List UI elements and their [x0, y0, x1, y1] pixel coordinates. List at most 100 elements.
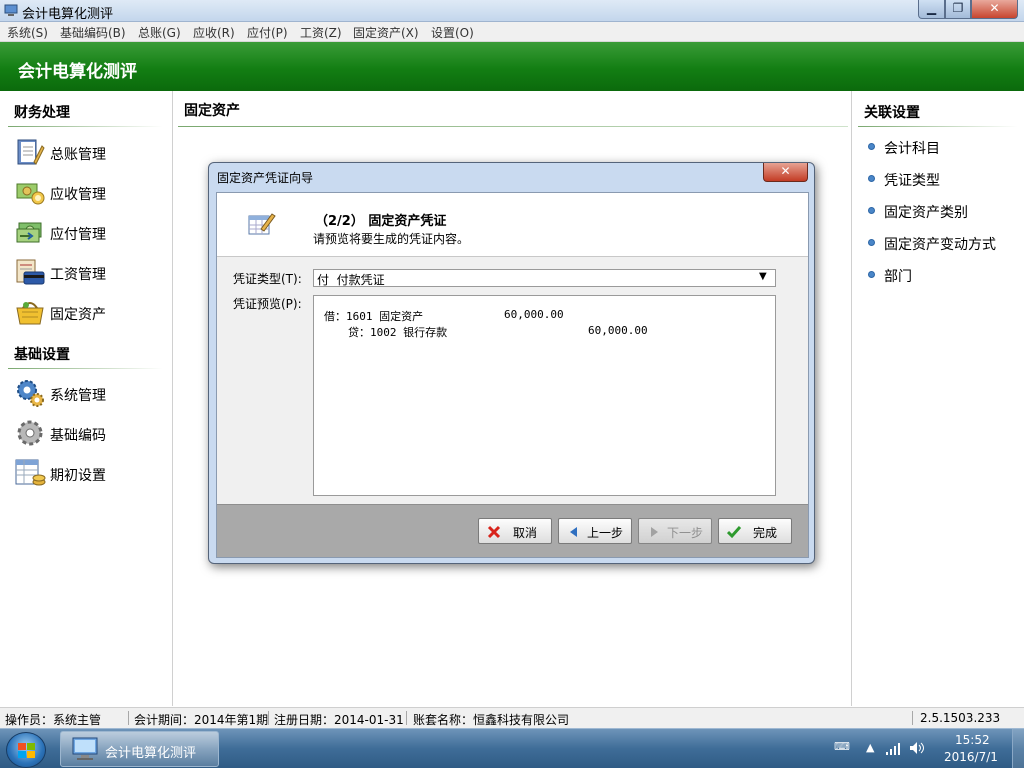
header-banner: 会计电算化测评 — [0, 42, 1024, 91]
menu-settings[interactable]: 设置(O) — [431, 24, 474, 41]
wizard-step-header: （2/2） 固定资产凭证 请预览将要生成的凭证内容。 — [217, 193, 808, 257]
bullet-icon — [868, 207, 875, 214]
menu-basic-codes[interactable]: 基础编码(B) — [60, 24, 126, 41]
debit-line-label: 借：1601 固定资产 — [324, 310, 424, 323]
bullet-icon — [868, 143, 875, 150]
voucher-type-select[interactable]: 付 付款凭证 ▼ — [313, 269, 776, 287]
dialog-title: 固定资产凭证向导 — [217, 171, 314, 185]
table-coins-icon — [15, 459, 46, 486]
status-registration-date: 注册日期：2014-01-31 — [274, 713, 404, 727]
bullet-icon — [868, 271, 875, 278]
money-pay-icon — [16, 222, 42, 243]
next-step-label: 下一步 — [667, 526, 704, 540]
voucher-preview-label: 凭证预览(P): — [233, 297, 302, 311]
windows-logo-icon — [18, 743, 35, 758]
nav-label: 应付管理 — [50, 227, 106, 243]
tray-expand-icon[interactable]: ▲ — [866, 741, 874, 754]
basket-icon — [16, 302, 44, 325]
volume-icon[interactable] — [909, 741, 925, 755]
next-step-button[interactable]: 下一步 — [638, 518, 712, 544]
cancel-label: 取消 — [513, 526, 538, 540]
menu-bar: 系统(S) 基础编码(B) 总账(G) 应收(R) 应付(P) 工资(Z) 固定… — [0, 22, 1024, 42]
link-label: 部门 — [884, 269, 912, 285]
clock-time[interactable]: 15:52 — [955, 733, 990, 747]
nav-label: 系统管理 — [50, 388, 106, 404]
nav-label: 基础编码 — [50, 428, 106, 444]
credit-line-amount: 60,000.00 — [588, 324, 648, 337]
left-arrow-icon — [570, 527, 577, 537]
nav-payroll[interactable]: 工资管理 — [14, 256, 164, 288]
menu-system[interactable]: 系统(S) — [7, 24, 48, 41]
status-account-set: 账套名称：恒鑫科技有限公司 — [413, 713, 570, 727]
green-check-icon — [727, 526, 741, 539]
previous-step-label: 上一步 — [587, 526, 624, 540]
status-operator: 操作员：系统主管 — [5, 713, 102, 727]
minimize-button[interactable]: ▁ — [918, 0, 945, 19]
dialog-body: （2/2） 固定资产凭证 请预览将要生成的凭证内容。 凭证类型(T): 付 付款… — [216, 192, 809, 558]
status-version: 2.5.1503.233 — [920, 711, 1001, 725]
section-title-finance: 财务处理 — [14, 105, 70, 121]
taskbar-app-label: 会计电算化测评 — [105, 746, 197, 761]
section-divider — [8, 126, 163, 127]
finish-label: 完成 — [753, 526, 778, 540]
nav-system-management[interactable]: 系统管理 — [14, 377, 164, 409]
voucher-preview-box[interactable]: 借：1601 固定资产 60,000.00 贷：1002 银行存款 60,000… — [313, 295, 776, 496]
computer-icon — [72, 737, 98, 760]
nav-basic-codes[interactable]: 基础编码 — [14, 417, 164, 449]
link-label: 固定资产变动方式 — [884, 237, 996, 253]
dialog-button-bar: 取消 上一步 下一步 完成 — [217, 504, 808, 557]
dialog-close-button[interactable]: ✕ — [763, 163, 808, 182]
nav-receivables[interactable]: 应收管理 — [14, 176, 164, 208]
menu-general-ledger[interactable]: 总账(G) — [138, 24, 181, 41]
nav-label: 工资管理 — [50, 267, 106, 283]
banner-title: 会计电算化测评 — [18, 62, 137, 82]
nav-general-ledger[interactable]: 总账管理 — [14, 136, 164, 168]
section-title-basic-settings: 基础设置 — [14, 347, 70, 363]
edit-table-icon — [248, 213, 276, 235]
nav-fixed-assets[interactable]: 固定资产 — [14, 296, 164, 328]
gear-icon — [17, 420, 43, 446]
section-divider — [858, 126, 1018, 127]
nav-payables[interactable]: 应付管理 — [14, 216, 164, 248]
link-label: 固定资产类别 — [884, 205, 968, 221]
cancel-button[interactable]: 取消 — [478, 518, 552, 544]
nav-label: 应收管理 — [50, 187, 106, 203]
nav-label: 总账管理 — [50, 147, 106, 163]
voucher-type-value: 付 付款凭证 — [317, 273, 385, 287]
status-period: 会计期间：2014年第1期 — [134, 713, 269, 727]
link-label: 凭证类型 — [884, 173, 940, 189]
clock-date[interactable]: 2016/7/1 — [944, 750, 998, 764]
taskbar-app-button[interactable]: 会计电算化测评 — [60, 731, 219, 767]
menu-payables[interactable]: 应付(P) — [247, 24, 288, 41]
start-button[interactable] — [6, 732, 46, 768]
status-separator — [128, 711, 129, 725]
menu-receivables[interactable]: 应收(R) — [193, 24, 235, 41]
right-arrow-icon — [651, 527, 658, 537]
window-title: 会计电算化测评 — [22, 7, 114, 22]
left-nav-panel: 财务处理 总账管理 应收管理 应付管理 工资管理 固定资产 基础设置 系统管理 … — [0, 91, 173, 706]
voucher-wizard-dialog: 固定资产凭证向导 ✕ （2/2） 固定资产凭证 请预览将要生成的凭证内容。 凭证… — [208, 162, 815, 564]
finish-button[interactable]: 完成 — [718, 518, 792, 544]
content-title: 固定资产 — [184, 103, 240, 119]
step-title: （2/2） 固定资产凭证 — [315, 214, 447, 229]
menu-payroll[interactable]: 工资(Z) — [300, 24, 342, 41]
section-divider — [8, 368, 163, 369]
nav-label: 期初设置 — [50, 468, 106, 484]
keyboard-icon[interactable]: ⌨ — [834, 740, 850, 753]
link-label: 会计科目 — [884, 141, 940, 157]
menu-fixed-assets[interactable]: 固定资产(X) — [353, 24, 419, 41]
bullet-icon — [868, 239, 875, 246]
nav-opening-settings[interactable]: 期初设置 — [14, 457, 164, 489]
network-icon[interactable] — [885, 742, 901, 756]
pay-card-icon — [16, 259, 45, 285]
maximize-button[interactable]: ❐ — [945, 0, 971, 19]
red-x-icon — [487, 525, 501, 539]
voucher-type-label: 凭证类型(T): — [233, 272, 302, 286]
previous-step-button[interactable]: 上一步 — [558, 518, 632, 544]
section-title-related-settings: 关联设置 — [864, 105, 920, 121]
dropdown-arrow-icon[interactable]: ▼ — [759, 271, 767, 282]
close-window-button[interactable]: ✕ — [971, 0, 1018, 19]
show-desktop-button[interactable] — [1012, 729, 1024, 768]
content-divider — [178, 126, 848, 127]
nav-label: 固定资产 — [50, 307, 106, 323]
